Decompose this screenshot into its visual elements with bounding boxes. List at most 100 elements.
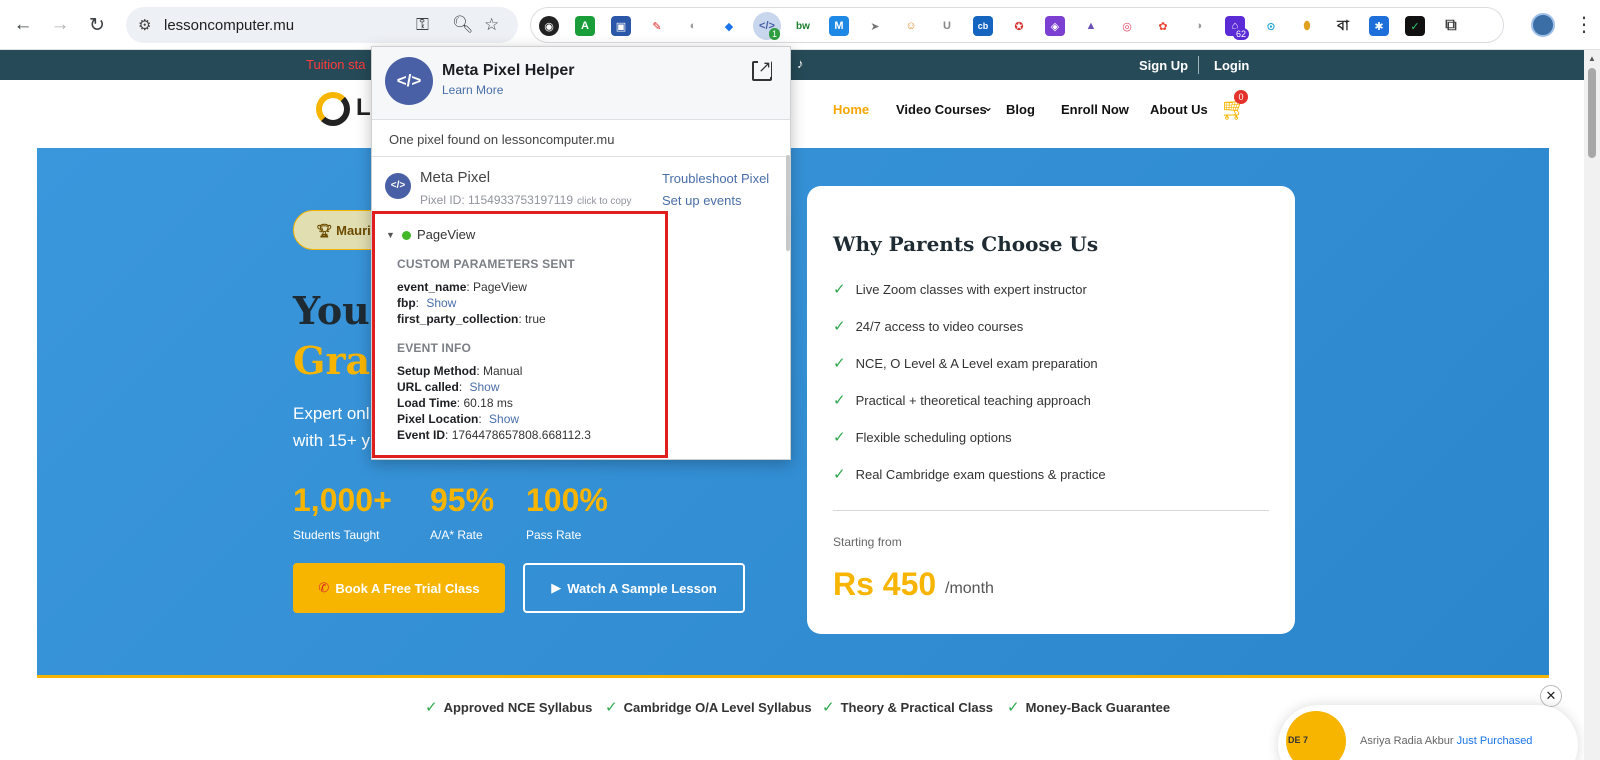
- info-row: Pixel Location: Show: [397, 412, 520, 426]
- purchase-action: Just Purchased: [1456, 735, 1533, 747]
- troubleshoot-pixel-link[interactable]: Troubleshoot Pixel: [662, 171, 769, 186]
- nav-blog[interactable]: Blog: [1006, 102, 1035, 117]
- stat-rate-label: A/A* Rate: [430, 528, 483, 542]
- learn-more-link[interactable]: Learn More: [442, 83, 503, 97]
- stat-pass-label: Pass Rate: [526, 528, 582, 542]
- swirl-extension-icon[interactable]: ◐: [683, 16, 703, 36]
- buyer-name: Asriya Radia Akbur: [1360, 735, 1454, 747]
- site-info-icon[interactable]: ⚙: [138, 16, 151, 34]
- param-show-link[interactable]: Show: [426, 296, 456, 310]
- face-extension-icon[interactable]: ☺: [901, 16, 921, 36]
- reload-icon[interactable]: ↻: [84, 12, 110, 38]
- announcement-text: Tuition sta: [306, 57, 366, 72]
- site-logo-text[interactable]: L: [356, 94, 371, 122]
- info-value: 1764478657808.668112.3: [451, 428, 591, 442]
- info-row: URL called: Show: [397, 380, 500, 394]
- popup-scrollbar-thumb[interactable]: [786, 155, 790, 251]
- cb-extension-icon[interactable]: cb: [973, 16, 993, 36]
- search-extension-icon[interactable]: ⊙: [1261, 16, 1281, 36]
- signup-link[interactable]: Sign Up: [1139, 58, 1188, 73]
- forward-icon[interactable]: →: [47, 12, 73, 38]
- watch-lesson-button[interactable]: ▶ Watch A Sample Lesson: [523, 563, 745, 613]
- shield-extension-icon[interactable]: ⬮: [1297, 16, 1317, 36]
- m-extension-icon[interactable]: M: [829, 16, 849, 36]
- site-logo-icon[interactable]: [316, 92, 350, 126]
- star-extension-icon[interactable]: ✪: [1009, 16, 1029, 36]
- pen-extension-icon[interactable]: ✎: [647, 16, 667, 36]
- bw-extension-icon[interactable]: bw: [793, 16, 813, 36]
- bengali-extension-icon[interactable]: বা: [1333, 16, 1353, 36]
- feature-item: ✓ Real Cambridge exam questions & practic…: [833, 465, 1106, 483]
- window-extension-icon[interactable]: ▣: [611, 16, 631, 36]
- popup-header: </> Meta Pixel Helper Learn More: [372, 47, 790, 120]
- open-external-icon[interactable]: [752, 57, 772, 81]
- browser-menu-icon[interactable]: ⋮: [1574, 12, 1594, 37]
- chart-extension-icon[interactable]: ▲: [1081, 16, 1101, 36]
- password-key-icon[interactable]: ⚿: [416, 15, 429, 35]
- swirl2-extension-icon[interactable]: ◑: [1189, 16, 1209, 36]
- trust-text: Money-Back Guarantee: [1025, 700, 1171, 715]
- cart-count-badge: 0: [1234, 90, 1248, 104]
- trust-item: ✓ Cambridge O/A Level Syllabus: [605, 698, 812, 716]
- feature-text: Real Cambridge exam questions & practice: [855, 467, 1106, 482]
- back-icon[interactable]: ←: [10, 12, 36, 38]
- nav-enroll-now[interactable]: Enroll Now: [1061, 102, 1129, 117]
- nav-about-us[interactable]: About Us: [1150, 102, 1208, 117]
- nav-home[interactable]: Home: [833, 102, 869, 117]
- expand-caret-icon[interactable]: ▼: [386, 230, 395, 240]
- info-row: Event ID: 1764478657808.668112.3: [397, 428, 591, 442]
- extensions-puzzle-icon[interactable]: ⧉: [1441, 16, 1461, 36]
- check-icon: ✓: [833, 281, 846, 298]
- arrow-extension-icon[interactable]: ➤: [865, 16, 885, 36]
- zoom-icon[interactable]: 🔍︎: [452, 15, 474, 35]
- check-icon: ✓: [1007, 699, 1020, 716]
- info-show-link[interactable]: Show: [469, 380, 499, 394]
- why-parents-card: Why Parents Choose Us ✓ Live Zoom classes…: [807, 186, 1295, 634]
- address-bar[interactable]: ⚙ lessoncomputer.mu ⚿ 🔍︎ ☆: [126, 7, 518, 43]
- price-value: Rs 450: [833, 566, 937, 602]
- info-show-link[interactable]: Show: [489, 412, 519, 426]
- feature-item: ✓ 24/7 access to video courses: [833, 317, 1023, 335]
- card-title: Why Parents Choose Us: [833, 232, 1099, 256]
- chevron-down-icon[interactable]: ⌄: [983, 100, 993, 114]
- profile-avatar[interactable]: [1531, 13, 1555, 37]
- flower-extension-icon[interactable]: ✿: [1153, 16, 1173, 36]
- seo-extension-icon[interactable]: A: [575, 16, 595, 36]
- purchase-notification[interactable]: DE 7 Asriya Radia Akbur Just Purchased: [1278, 705, 1578, 760]
- bookmark-star-icon[interactable]: ☆: [484, 15, 499, 35]
- pixel-name: Meta Pixel: [420, 169, 491, 186]
- tag-extension-icon[interactable]: ◆: [719, 16, 739, 36]
- extensions-bar: ◉ A ▣ ✎ ◐ ◆ </> 1 bw M ➤ ☺ U cb ✪ ◈ ▲ ◎ …: [530, 7, 1504, 43]
- pageview-event-panel: ▼ PageView CUSTOM PARAMETERS SENT event_…: [372, 211, 668, 458]
- toast-close-icon[interactable]: ✕: [1540, 685, 1562, 707]
- setup-events-link[interactable]: Set up events: [662, 193, 742, 208]
- info-key: Load Time: [397, 396, 457, 410]
- gear-extension-icon[interactable]: ✱: [1369, 16, 1389, 36]
- camera-extension-icon[interactable]: ◎: [1117, 16, 1137, 36]
- u-extension-icon[interactable]: U: [937, 16, 957, 36]
- tiktok-icon[interactable]: ♪: [797, 56, 804, 71]
- feature-item: ✓ Flexible scheduling options: [833, 428, 1012, 446]
- hero-badge-label: Mauri: [336, 223, 371, 238]
- extension-count-badge: 62: [1233, 28, 1250, 40]
- custom-params-heading: CUSTOM PARAMETERS SENT: [397, 257, 575, 271]
- scrollbar-thumb[interactable]: [1588, 68, 1596, 158]
- scroll-up-icon[interactable]: ▲: [1588, 54, 1596, 63]
- url-text[interactable]: lessoncomputer.mu: [164, 17, 294, 34]
- pixel-id-value[interactable]: Pixel ID: 1154933753197119: [420, 193, 573, 207]
- nav-video-courses[interactable]: Video Courses: [896, 102, 987, 117]
- param-key: event_name: [397, 280, 467, 294]
- info-key: Event ID: [397, 428, 446, 442]
- click-to-copy[interactable]: click to copy: [577, 196, 631, 207]
- feature-item: ✓ Practical + theoretical teaching approa…: [833, 391, 1091, 409]
- param-value: true: [525, 312, 546, 326]
- pixel-id[interactable]: Pixel ID: 1154933753197119 click to copy: [420, 193, 631, 207]
- popup-title: Meta Pixel Helper: [442, 62, 575, 79]
- book-trial-button[interactable]: ✆ Book A Free Trial Class: [293, 563, 505, 613]
- info-key: Setup Method: [397, 364, 477, 378]
- purple-extension-icon[interactable]: ◈: [1045, 16, 1065, 36]
- chrome-color-picker-icon[interactable]: ◉: [539, 16, 559, 36]
- login-link[interactable]: Login: [1214, 58, 1249, 73]
- event-name[interactable]: PageView: [417, 227, 475, 242]
- check-extension-icon[interactable]: ✓: [1405, 16, 1425, 36]
